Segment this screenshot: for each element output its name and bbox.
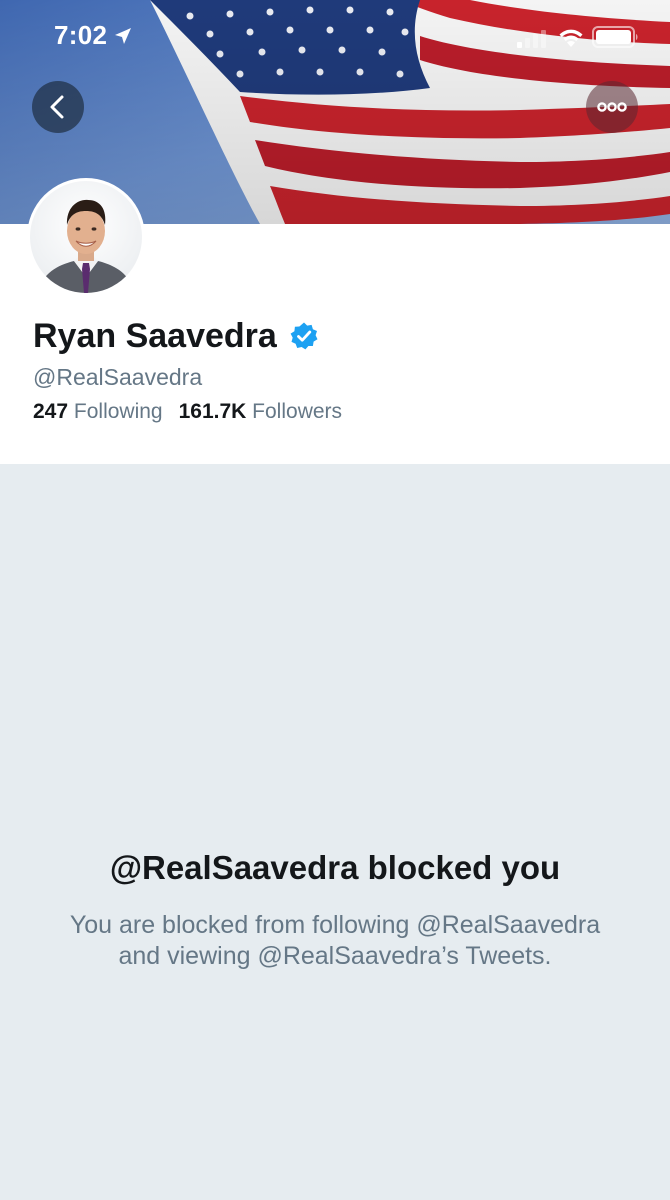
cellular-signal-icon xyxy=(517,30,546,48)
status-time: 7:02 xyxy=(54,20,108,50)
avatar[interactable] xyxy=(27,178,145,296)
battery-icon xyxy=(592,26,638,48)
location-arrow-icon xyxy=(115,28,131,44)
blocked-title: @RealSaavedra blocked you xyxy=(109,849,561,886)
more-options-icon xyxy=(597,102,627,112)
display-name: Ryan Saavedra xyxy=(33,317,277,355)
followers-label: Followers xyxy=(252,400,343,423)
followers-link[interactable]: 161.7K Followers xyxy=(179,400,342,423)
blocked-description: You are blocked from following @RealSaav… xyxy=(35,910,635,972)
wifi-icon xyxy=(559,29,583,47)
profile-photo xyxy=(30,181,142,293)
verified-badge-icon xyxy=(290,322,318,350)
blocked-description-line-1: You are blocked from following @RealSaav… xyxy=(69,911,601,939)
follow-stats: 247 Following 161.7K Followers xyxy=(33,397,342,427)
following-count: 247 xyxy=(33,400,69,423)
back-button[interactable] xyxy=(32,81,84,133)
more-options-button[interactable] xyxy=(586,81,638,133)
profile-handle: @RealSaavedra xyxy=(33,364,203,390)
followers-count: 161.7K xyxy=(178,400,247,423)
blocked-description-line-2: and viewing @RealSaavedra’s Tweets. xyxy=(118,942,552,970)
name-row: Ryan Saavedra xyxy=(33,314,319,358)
following-label: Following xyxy=(73,400,163,423)
status-bar: 7:02 xyxy=(0,0,670,72)
chevron-left-icon xyxy=(50,95,64,119)
following-link[interactable]: 247 Following xyxy=(33,400,163,423)
